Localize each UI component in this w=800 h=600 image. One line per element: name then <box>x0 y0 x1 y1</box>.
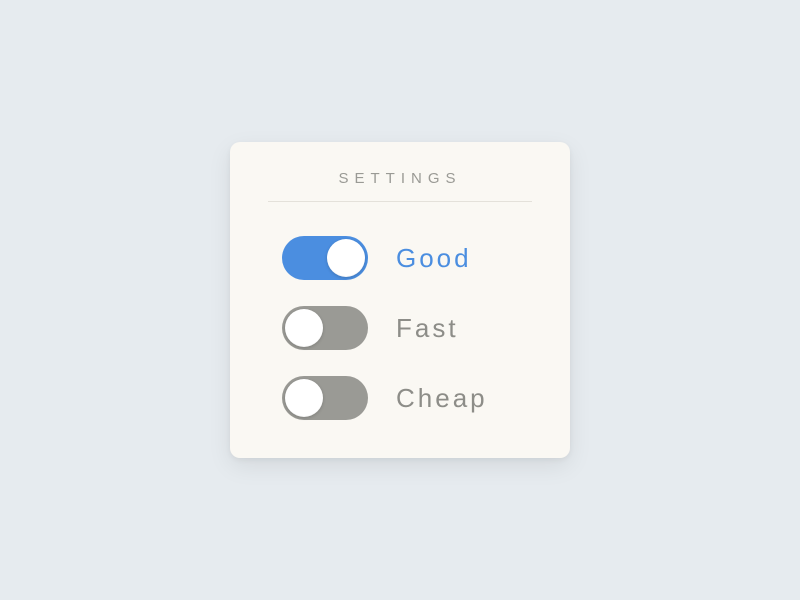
toggle-row-fast: Fast <box>268 306 532 350</box>
toggle-label-cheap: Cheap <box>396 383 488 414</box>
toggle-thumb <box>285 309 323 347</box>
card-title: SETTINGS <box>268 170 532 202</box>
toggle-good[interactable] <box>282 236 368 280</box>
toggle-row-cheap: Cheap <box>268 376 532 420</box>
toggle-label-fast: Fast <box>396 313 459 344</box>
toggle-thumb <box>285 379 323 417</box>
toggle-thumb <box>327 239 365 277</box>
toggle-row-good: Good <box>268 236 532 280</box>
toggle-cheap[interactable] <box>282 376 368 420</box>
toggle-label-good: Good <box>396 243 472 274</box>
settings-card: SETTINGS Good Fast Cheap <box>230 142 570 458</box>
toggle-fast[interactable] <box>282 306 368 350</box>
